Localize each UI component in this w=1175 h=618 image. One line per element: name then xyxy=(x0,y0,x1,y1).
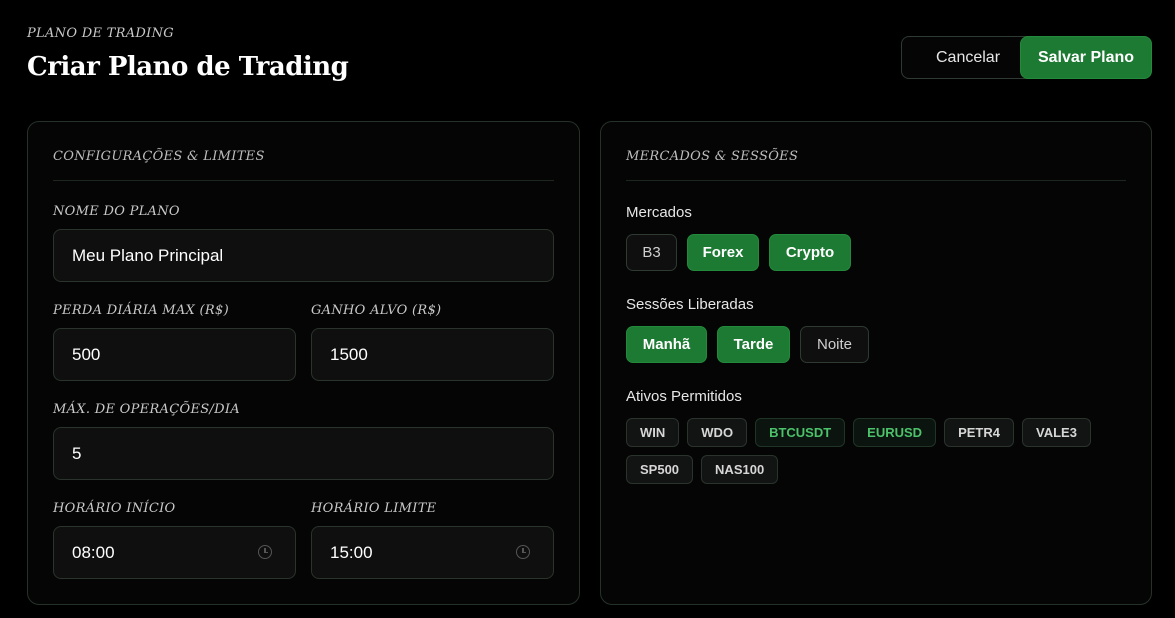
session-chip-tarde[interactable]: Tarde xyxy=(717,326,790,363)
max-loss-input[interactable] xyxy=(53,328,296,381)
clock-icon[interactable] xyxy=(516,545,530,559)
max-loss-label: PERDA DIÁRIA MAX (R$) xyxy=(53,303,229,318)
market-chip-b3[interactable]: B3 xyxy=(626,234,677,271)
market-chip-row: B3 Forex Crypto xyxy=(626,234,851,271)
market-chip-forex[interactable]: Forex xyxy=(687,234,759,271)
config-divider xyxy=(53,180,554,181)
asset-tag-nas100[interactable]: NAS100 xyxy=(701,455,779,484)
page-title: Criar Plano de Trading xyxy=(27,52,349,82)
sessions-label: Sessões Liberadas xyxy=(626,296,754,313)
session-chip-row: Manhã Tarde Noite xyxy=(626,326,869,363)
clock-icon[interactable] xyxy=(258,545,272,559)
target-gain-input[interactable] xyxy=(311,328,554,381)
cancel-button[interactable]: Cancelar xyxy=(901,36,1035,79)
markets-label: Mercados xyxy=(626,204,692,221)
asset-tag-list: WIN WDO BTCUSDT EURUSD PETR4 VALE3 SP500… xyxy=(626,418,1126,484)
assets-label: Ativos Permitidos xyxy=(626,388,742,405)
start-time-label: HORÁRIO INÍCIO xyxy=(53,501,176,516)
end-time-label: HORÁRIO LIMITE xyxy=(311,501,437,516)
session-chip-manha[interactable]: Manhã xyxy=(626,326,707,363)
asset-tag-eurusd[interactable]: EURUSD xyxy=(853,418,937,447)
asset-tag-btcusdt[interactable]: BTCUSDT xyxy=(755,418,846,447)
markets-section-title: MERCADOS & SESSÕES xyxy=(626,149,799,164)
page-header: PLANO DE TRADING Criar Plano de Trading … xyxy=(27,24,1152,94)
page-eyebrow: PLANO DE TRADING xyxy=(27,26,174,41)
asset-tag-vale3[interactable]: VALE3 xyxy=(1021,418,1091,447)
plan-name-input[interactable] xyxy=(53,229,554,282)
asset-tag-petr4[interactable]: PETR4 xyxy=(944,418,1014,447)
market-chip-crypto[interactable]: Crypto xyxy=(769,234,851,271)
markets-sessions-panel: MERCADOS & SESSÕES Mercados B3 Forex Cry… xyxy=(600,121,1152,605)
session-chip-noite[interactable]: Noite xyxy=(800,326,869,363)
save-plan-button[interactable]: Salvar Plano xyxy=(1020,36,1152,79)
asset-tag-wdo[interactable]: WDO xyxy=(687,418,748,447)
config-limits-panel: CONFIGURAÇÕES & LIMITES NOME DO PLANO PE… xyxy=(27,121,580,605)
markets-divider xyxy=(626,180,1126,181)
asset-tag-sp500[interactable]: SP500 xyxy=(626,455,694,484)
max-ops-input[interactable] xyxy=(53,427,554,480)
target-gain-label: GANHO ALVO (R$) xyxy=(311,303,442,318)
config-section-title: CONFIGURAÇÕES & LIMITES xyxy=(53,149,265,164)
max-ops-label: MÁX. DE OPERAÇÕES/DIA xyxy=(53,402,240,417)
asset-tag-win[interactable]: WIN xyxy=(626,418,680,447)
plan-name-label: NOME DO PLANO xyxy=(53,204,180,219)
